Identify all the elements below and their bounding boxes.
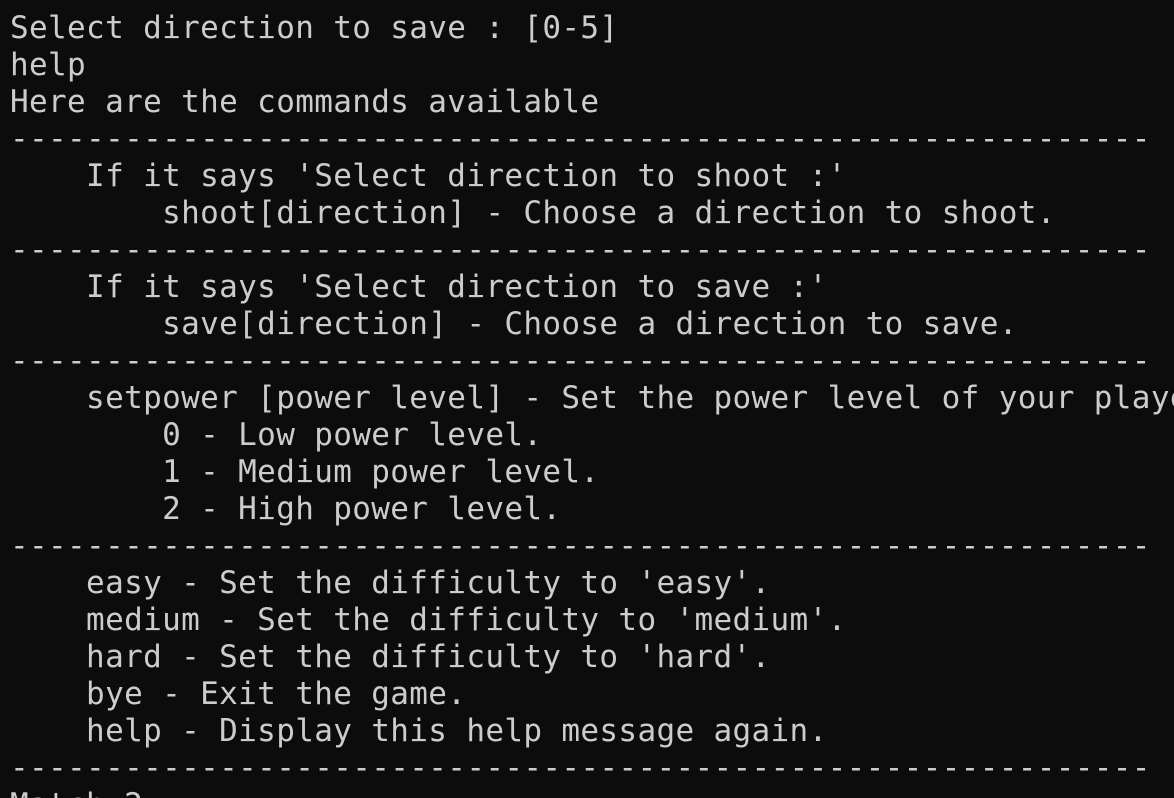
- power-level-option: 1 - Medium power level.: [10, 454, 600, 490]
- prompt-line: Select direction to save : [0-5]: [10, 10, 619, 46]
- separator: ----------------------------------------…: [10, 750, 1151, 786]
- separator: ----------------------------------------…: [10, 528, 1151, 564]
- power-level-option: 2 - High power level.: [10, 491, 562, 527]
- terminal-window[interactable]: Select direction to save : [0-5] help He…: [0, 0, 1174, 798]
- save-command-line: save[direction] - Choose a direction to …: [10, 306, 1018, 342]
- separator: ----------------------------------------…: [10, 232, 1151, 268]
- match-status-line: Match 2: [10, 787, 143, 798]
- separator: ----------------------------------------…: [10, 343, 1151, 379]
- easy-command-line: easy - Set the difficulty to 'easy'.: [10, 565, 771, 601]
- user-input-line: help: [10, 47, 87, 83]
- power-level-option: 0 - Low power level.: [10, 417, 543, 453]
- help-heading: Here are the commands available: [10, 84, 600, 120]
- setpower-command-line: setpower [power level] - Set the power l…: [10, 380, 1174, 416]
- hard-command-line: hard - Set the difficulty to 'hard'.: [10, 639, 771, 675]
- help-command-line: help - Display this help message again.: [10, 713, 828, 749]
- medium-command-line: medium - Set the difficulty to 'medium'.: [10, 602, 847, 638]
- shoot-command-line: shoot[direction] - Choose a direction to…: [10, 195, 1056, 231]
- bye-command-line: bye - Exit the game.: [10, 676, 467, 712]
- separator: ----------------------------------------…: [10, 121, 1151, 157]
- save-context-line: If it says 'Select direction to save :': [10, 269, 828, 305]
- shoot-context-line: If it says 'Select direction to shoot :': [10, 158, 847, 194]
